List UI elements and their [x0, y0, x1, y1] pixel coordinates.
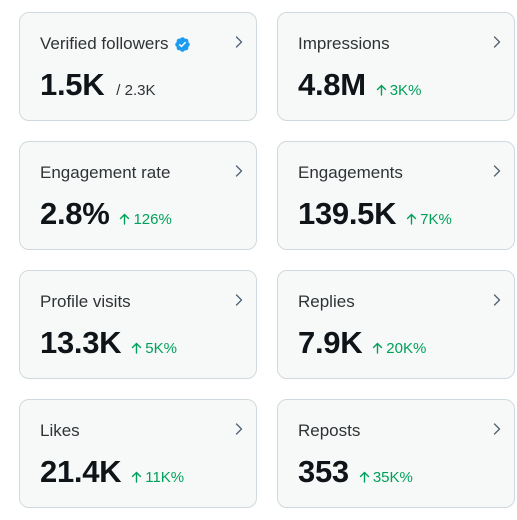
metric-change: 11K%: [131, 469, 184, 486]
metric-change: 7K%: [406, 211, 452, 228]
metric-row: 4.8M 3K%: [298, 67, 421, 103]
card-profile-visits[interactable]: Profile visits 13.3K 5K%: [19, 270, 257, 379]
card-title: Likes: [40, 421, 80, 440]
card-title-wrap: Likes: [40, 421, 80, 441]
arrow-up-icon: [120, 213, 130, 225]
card-likes[interactable]: Likes 21.4K 11K%: [19, 399, 257, 508]
metric-change-value: 20K%: [386, 340, 427, 357]
metrics-grid: Verified followers 1.5K / 2.3K Impressio…: [19, 12, 515, 508]
card-replies[interactable]: Replies 7.9K 20K%: [277, 270, 515, 379]
metric-row: 2.8% 126%: [40, 196, 172, 232]
card-title-wrap: Replies: [298, 292, 355, 312]
arrow-up-icon: [359, 471, 370, 483]
metric-change: 20K%: [372, 340, 426, 357]
metric-value: 7.9K: [298, 325, 363, 360]
card-title: Profile visits: [40, 292, 131, 311]
metric-value: 21.4K: [40, 454, 122, 489]
metric-row: 353 35K%: [298, 454, 413, 490]
card-title-wrap: Profile visits: [40, 292, 131, 312]
metric-value: 353: [298, 454, 349, 489]
arrow-up-icon: [132, 342, 142, 354]
chevron-right-icon: [493, 36, 501, 48]
chevron-right-icon: [493, 294, 501, 306]
card-title: Engagements: [298, 163, 403, 182]
chevron-right-icon: [493, 165, 501, 177]
arrow-up-icon: [406, 213, 417, 225]
card-engagement-rate[interactable]: Engagement rate 2.8% 126%: [19, 141, 257, 250]
metric-row: 13.3K 5K%: [40, 325, 177, 361]
metric-change: 5K%: [131, 340, 177, 357]
metric-change-value: 126%: [133, 211, 172, 228]
metric-total: / 2.3K: [116, 82, 156, 99]
metric-value: 2.8%: [40, 196, 110, 231]
verified-badge-icon: [174, 36, 190, 52]
card-title: Verified followers: [40, 34, 169, 53]
metric-change: 35K%: [359, 469, 413, 486]
metric-value: 13.3K: [40, 325, 122, 360]
arrow-up-icon: [373, 342, 383, 354]
metric-row: 21.4K 11K%: [40, 454, 184, 490]
metric-row: 7.9K 20K%: [298, 325, 426, 361]
chevron-right-icon: [235, 423, 243, 435]
metric-change-value: 3K%: [389, 82, 422, 99]
metric-change-value: 5K%: [145, 340, 177, 357]
metric-change-value: 7K%: [420, 211, 452, 228]
metric-change: 3K%: [376, 82, 422, 99]
card-title-wrap: Reposts: [298, 421, 360, 441]
arrow-up-icon: [376, 84, 386, 96]
metric-value: 1.5K: [40, 67, 105, 102]
card-verified-followers[interactable]: Verified followers 1.5K / 2.3K: [19, 12, 257, 121]
card-title-wrap: Verified followers: [40, 34, 191, 54]
card-engagements[interactable]: Engagements 139.5K 7K%: [277, 141, 515, 250]
chevron-right-icon: [235, 165, 243, 177]
card-title-wrap: Engagement rate: [40, 163, 170, 183]
metric-value: 4.8M: [298, 67, 366, 102]
card-title-wrap: Impressions: [298, 34, 390, 54]
metric-change-value: 11K%: [145, 469, 185, 486]
chevron-right-icon: [493, 423, 501, 435]
card-title: Replies: [298, 292, 355, 311]
card-title: Reposts: [298, 421, 361, 440]
metric-row: 1.5K / 2.3K: [40, 67, 156, 103]
card-reposts[interactable]: Reposts 353 35K%: [277, 399, 515, 508]
metric-row: 139.5K 7K%: [298, 196, 452, 232]
card-title: Impressions: [298, 34, 390, 53]
card-title: Engagement rate: [40, 163, 171, 182]
chevron-right-icon: [235, 36, 243, 48]
metric-change-value: 35K%: [372, 469, 413, 486]
chevron-right-icon: [235, 294, 243, 306]
arrow-up-icon: [132, 471, 142, 483]
card-title-wrap: Engagements: [298, 163, 403, 183]
metric-change: 126%: [119, 211, 172, 228]
card-impressions[interactable]: Impressions 4.8M 3K%: [277, 12, 515, 121]
metric-value: 139.5K: [298, 196, 397, 231]
